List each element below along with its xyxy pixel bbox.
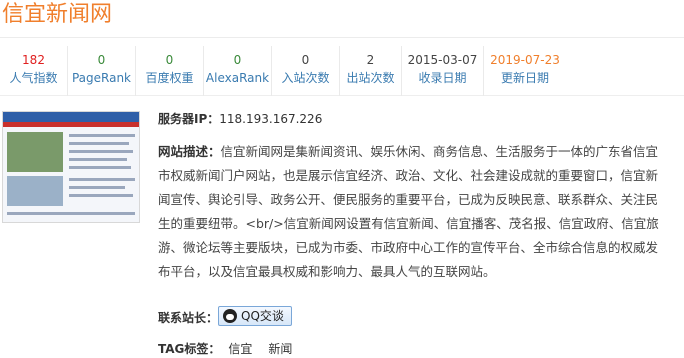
- stat-baidu-weight: 0 百度权重: [136, 46, 204, 96]
- stat-label: 更新日期: [500, 71, 549, 85]
- thumbnail-line: [69, 186, 125, 189]
- thumbnail-photo: [7, 176, 63, 206]
- stat-label: PageRank: [71, 71, 132, 85]
- server-ip-label: 服务器IP：: [158, 112, 220, 126]
- thumbnail-line: [69, 166, 131, 169]
- stat-label: 人气指数: [9, 71, 58, 85]
- thumbnail-line: [69, 194, 133, 197]
- thumbnail-line: [69, 142, 129, 145]
- stat-updated-date: 2019-07-23 更新日期: [484, 46, 566, 96]
- stat-label: 出站次数: [346, 71, 395, 85]
- description-label: 网站描述：: [158, 144, 221, 159]
- stat-popularity: 182 人气指数: [0, 46, 68, 96]
- contact-row: 联系站长： QQ交谈: [158, 306, 292, 330]
- stats-bar: 182 人气指数 0 PageRank 0 百度权重 0 AlexaRank 0…: [0, 46, 684, 96]
- server-ip-row: 服务器IP：118.193.167.226: [158, 110, 678, 128]
- stat-value: 2015-03-07: [407, 53, 478, 67]
- qq-penguin-icon: [223, 309, 237, 323]
- thumbnail-photo: [7, 132, 63, 172]
- qq-chat-label: QQ交谈: [241, 309, 284, 323]
- stat-label: AlexaRank: [205, 71, 270, 85]
- stat-label: 入站次数: [281, 71, 330, 85]
- site-info: 服务器IP：118.193.167.226 网站描述：信宜新闻网是集新闻资讯、娱…: [158, 110, 678, 356]
- qq-chat-button[interactable]: QQ交谈: [218, 306, 292, 326]
- stat-alexarank: 0 AlexaRank: [204, 46, 272, 96]
- thumbnail-line: [69, 158, 127, 161]
- stat-outbound: 2 出站次数: [340, 46, 402, 96]
- thumbnail-line: [69, 150, 133, 153]
- stat-label: 收录日期: [418, 71, 467, 85]
- stat-inbound: 0 入站次数: [272, 46, 340, 96]
- stat-value: 182: [22, 53, 45, 67]
- stat-pagerank: 0 PageRank: [68, 46, 136, 96]
- title-divider: [0, 37, 684, 38]
- tag-link[interactable]: 新闻: [268, 342, 292, 356]
- thumbnail-header: [3, 112, 139, 122]
- stat-value: 2: [366, 53, 375, 67]
- thumbnail-nav: [3, 122, 139, 127]
- site-description: 网站描述：信宜新闻网是集新闻资讯、娱乐休闲、商务信息、生活服务于一体的广东省信宜…: [158, 140, 668, 284]
- stat-indexed-date: 2015-03-07 收录日期: [402, 46, 484, 96]
- description-text: 信宜新闻网是集新闻资讯、娱乐休闲、商务信息、生活服务于一体的广东省信宜市权威新闻…: [158, 144, 659, 279]
- stat-value: 0: [165, 53, 174, 67]
- stat-value: 0: [301, 53, 310, 67]
- stat-value: 2019-07-23: [490, 53, 560, 67]
- contact-label: 联系站长：: [158, 311, 219, 325]
- tag-link[interactable]: 信宜: [228, 342, 252, 356]
- server-ip-value: 118.193.167.226: [219, 112, 323, 126]
- stat-value: 0: [97, 53, 106, 67]
- thumbnail-line: [7, 212, 135, 215]
- thumbnail-line: [69, 134, 135, 137]
- stat-value: 0: [233, 53, 242, 67]
- site-title: 信宜新闻网: [2, 2, 113, 27]
- tag-label: TAG标签：: [158, 342, 221, 356]
- tag-row: TAG标签： 信宜 新闻: [158, 340, 292, 358]
- site-screenshot-thumbnail[interactable]: [2, 111, 140, 223]
- stat-label: 百度权重: [145, 71, 194, 85]
- thumbnail-line: [69, 178, 135, 181]
